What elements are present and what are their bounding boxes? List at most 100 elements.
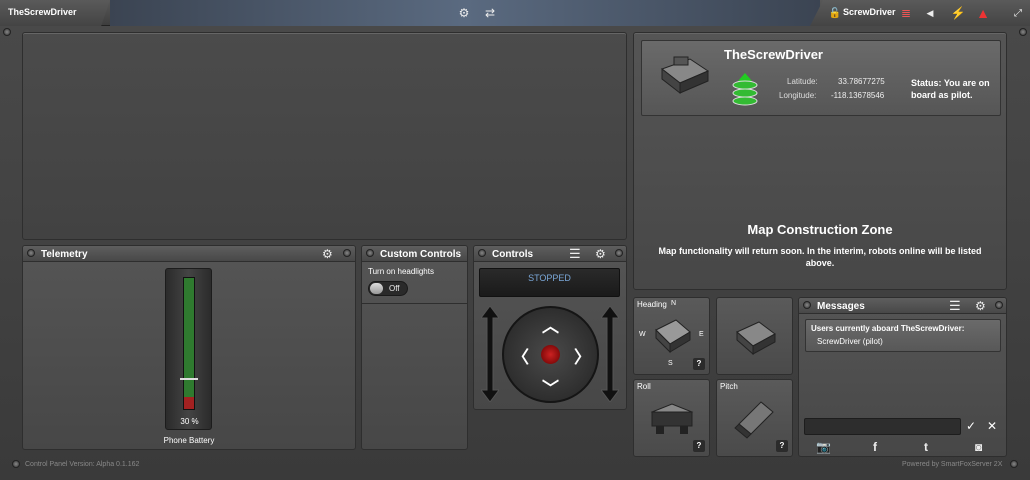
battery-label: Phone Battery	[163, 436, 215, 445]
gear-icon[interactable]: ⚙	[975, 299, 986, 313]
swap-icon[interactable]: ⇄	[482, 5, 498, 21]
app-window: TheScrewDriver ⚙ ⇄ 🔓 ScrewDriver ≣ ◀ ⚡ ▲…	[0, 0, 1030, 480]
up-arrow-button[interactable]: ︿	[542, 312, 559, 337]
logo-icon: ▲	[976, 5, 990, 21]
gear-icon[interactable]: ⚙	[322, 247, 333, 261]
help-button[interactable]: ?	[776, 440, 788, 452]
compass-n: N	[671, 300, 677, 307]
controls-title: Controls	[492, 249, 534, 260]
down-arrow-button[interactable]: ﹀	[542, 374, 559, 399]
messages-title: Messages	[817, 301, 865, 312]
back-icon[interactable]: ◀	[922, 5, 938, 21]
compass-s: S	[668, 360, 673, 367]
battery-low-zone	[184, 397, 194, 409]
robot-pitch-icon	[734, 401, 774, 439]
robot-roll-icon	[650, 403, 694, 434]
headlights-toggle[interactable]: Off	[368, 281, 408, 296]
battery-tube	[180, 277, 198, 410]
menu-icon[interactable]: ☰	[569, 246, 581, 262]
aboard-users-card: Users currently aboard TheScrewDriver: S…	[805, 319, 1001, 352]
robot-image-icon	[736, 321, 776, 356]
robot-name: TheScrewDriver	[724, 47, 823, 62]
corner-dot	[1010, 460, 1018, 468]
current-user: ScrewDriver	[843, 7, 896, 17]
right-speed-slider[interactable]	[601, 306, 619, 402]
clear-x-icon[interactable]: ✕	[987, 419, 997, 433]
corner-dot	[12, 460, 20, 468]
aboard-user: ScrewDriver (pilot)	[817, 337, 883, 346]
help-button[interactable]: ?	[693, 440, 705, 452]
custom-controls-header: Custom Controls	[362, 246, 467, 262]
header-dot	[343, 249, 351, 257]
header-dot	[803, 301, 811, 309]
latitude-value: 33.78677275	[838, 77, 885, 86]
video-panel	[22, 32, 627, 240]
instagram-icon[interactable]: ◙	[975, 440, 982, 454]
send-check-icon[interactable]: ✓	[966, 419, 976, 433]
roll-tile: Roll ?	[633, 379, 710, 457]
heading-label: Heading	[637, 300, 667, 309]
header-dot	[27, 249, 35, 257]
compass-e: E	[699, 331, 704, 338]
messages-header: Messages ☰ ⚙	[799, 298, 1006, 314]
expand-icon[interactable]: ⤢	[1010, 5, 1026, 21]
lock-icon[interactable]: 🔓	[827, 5, 843, 21]
lightning-icon[interactable]: ⚡	[950, 5, 966, 21]
pitch-label: Pitch	[720, 382, 738, 391]
header-dot	[478, 249, 486, 257]
menu-icon[interactable]: ☰	[949, 298, 961, 314]
left-arrow-button[interactable]: 〈	[512, 343, 529, 368]
controls-header: Controls ☰ ⚙	[474, 246, 626, 262]
battery-gauge: 30 %	[165, 268, 212, 430]
compass-w: W	[639, 331, 646, 338]
custom-controls-panel: Custom Controls Turn on headlights	[361, 245, 468, 450]
message-input[interactable]	[804, 418, 961, 435]
powered-by-text: Powered by SmartFoxServer 2X	[902, 461, 1003, 468]
roll-label: Roll	[637, 382, 651, 391]
title-bar: TheScrewDriver ⚙ ⇄ 🔓 ScrewDriver ≣ ◀ ⚡ ▲…	[0, 0, 1030, 26]
corner-dot	[1019, 28, 1027, 36]
aboard-heading: Users currently aboard TheScrewDriver:	[811, 324, 965, 333]
map-heading: Map Construction Zone	[747, 222, 893, 237]
help-button[interactable]: ?	[693, 358, 705, 370]
telemetry-title: Telemetry	[41, 249, 88, 260]
header-dot	[995, 301, 1003, 309]
gear-icon[interactable]: ⚙	[595, 247, 606, 261]
version-text: Control Panel Version: Alpha 0.1.162	[25, 461, 140, 468]
left-speed-slider[interactable]	[481, 306, 499, 402]
robot-top-view-icon	[655, 319, 691, 354]
longitude-label: Longitude:	[779, 91, 817, 100]
layers-icon[interactable]: ≣	[898, 5, 914, 21]
facebook-icon[interactable]: f	[873, 440, 877, 454]
direction-pad: ︿ ﹀ 〈 〉	[502, 306, 599, 403]
telemetry-header: Telemetry ⚙	[23, 246, 355, 262]
heading-tile: Heading N E S W ?	[633, 297, 710, 375]
header-dot	[366, 249, 374, 257]
signal-stack-icon	[732, 73, 758, 106]
latitude-label: Latitude:	[787, 77, 818, 86]
robot-image-icon	[660, 56, 710, 95]
pitch-tile: Pitch ?	[716, 379, 793, 457]
header-dot	[615, 249, 623, 257]
drive-state-display: STOPPED	[479, 268, 620, 297]
toggle-state: Off	[389, 284, 400, 293]
battery-percent: 30 %	[180, 417, 199, 426]
toggle-knob	[370, 283, 383, 294]
headlights-label: Turn on headlights	[368, 267, 434, 276]
right-arrow-button[interactable]: 〉	[574, 343, 591, 368]
longitude-value: -118.13678546	[831, 91, 885, 100]
corner-dot	[3, 28, 11, 36]
custom-controls-title: Custom Controls	[380, 249, 462, 260]
robot-info-card[interactable]: TheScrewDriver Latitude: 33.78677275 Lon…	[641, 40, 1001, 116]
map-message: Map functionality will return soon. In t…	[658, 246, 982, 268]
camera-icon[interactable]: 📷	[816, 440, 831, 454]
map-construction-notice: Map Construction Zone Map functionality …	[650, 222, 990, 269]
battery-marker	[180, 378, 198, 380]
battery-fill	[184, 278, 194, 409]
robot-view-tile	[716, 297, 793, 375]
window-title: TheScrewDriver	[8, 7, 77, 17]
stop-button[interactable]	[541, 345, 560, 364]
twitter-icon[interactable]: t	[924, 440, 928, 454]
gear-icon[interactable]: ⚙	[456, 5, 472, 21]
divider	[362, 303, 467, 304]
